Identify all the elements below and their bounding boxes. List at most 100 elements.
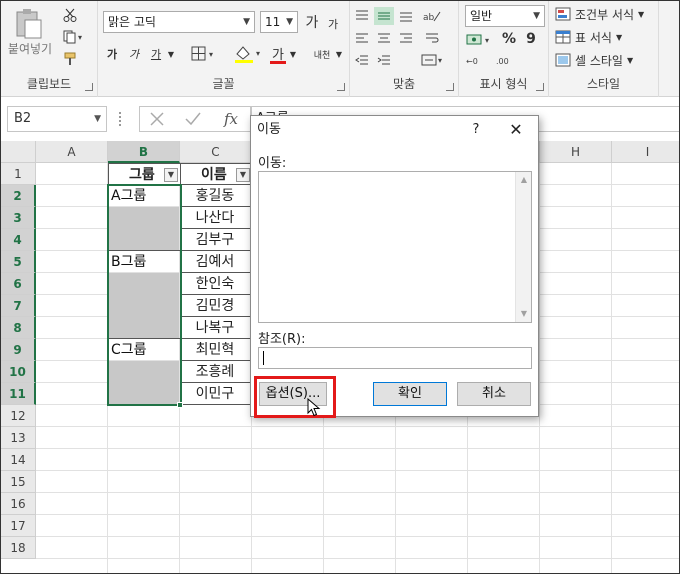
name-cell[interactable]: 홍길동: [180, 185, 251, 207]
decrease-indent-icon[interactable]: [352, 51, 372, 69]
row-header-4[interactable]: 4: [1, 229, 36, 251]
align-middle-icon[interactable]: [374, 7, 394, 25]
paste-label[interactable]: 붙여넣기: [5, 41, 55, 56]
orientation-icon[interactable]: ab: [420, 7, 444, 25]
chevron-down-icon[interactable]: ▼: [288, 45, 298, 63]
number-format-value: 일반: [470, 9, 493, 23]
column-header-i[interactable]: I: [612, 141, 679, 163]
formula-bar-splitter[interactable]: [119, 112, 123, 126]
currency-icon[interactable]: ▾: [465, 29, 495, 49]
name-cell[interactable]: 이민구: [180, 383, 251, 405]
bold-button[interactable]: 가: [104, 45, 120, 63]
comma-button[interactable]: 9: [521, 29, 541, 49]
row-header-2[interactable]: 2: [1, 185, 36, 207]
align-top-icon[interactable]: [352, 7, 372, 25]
row-header-9[interactable]: 9: [1, 339, 36, 361]
listbox-scrollbar[interactable]: ▲ ▼: [515, 172, 531, 322]
header-cell-group[interactable]: 그룹 ▼: [108, 163, 181, 185]
row-header-16[interactable]: 16: [1, 493, 36, 515]
name-cell[interactable]: 최민혁: [180, 339, 251, 361]
font-launcher-icon[interactable]: [337, 83, 345, 91]
font-color-button[interactable]: 가: [268, 43, 288, 63]
scroll-up-icon[interactable]: ▲: [516, 172, 532, 188]
cut-icon[interactable]: [61, 7, 79, 23]
row-header-15[interactable]: 15: [1, 471, 36, 493]
insert-function-button[interactable]: fx: [218, 109, 244, 129]
help-button[interactable]: ?: [466, 116, 486, 144]
row-header-1[interactable]: 1: [1, 163, 36, 185]
reference-input[interactable]: [258, 347, 532, 369]
align-center-icon[interactable]: [374, 29, 394, 47]
row-header-18[interactable]: 18: [1, 537, 36, 559]
ok-button[interactable]: 확인: [373, 382, 447, 406]
column-header-a[interactable]: A: [36, 141, 108, 163]
reference-label: 참조(R):: [258, 332, 306, 347]
shrink-font-button[interactable]: 가: [325, 15, 341, 33]
align-left-icon[interactable]: [352, 29, 372, 47]
name-box[interactable]: B2 ▼: [7, 106, 107, 132]
row-header-17[interactable]: 17: [1, 515, 36, 537]
copy-icon[interactable]: ▾: [59, 29, 89, 45]
increase-indent-icon[interactable]: [374, 51, 394, 69]
percent-button[interactable]: %: [499, 29, 519, 49]
number-launcher-icon[interactable]: [536, 83, 544, 91]
goto-listbox[interactable]: ▲ ▼: [258, 171, 532, 323]
alignment-launcher-icon[interactable]: [446, 83, 454, 91]
paste-icon[interactable]: [7, 7, 49, 41]
fill-handle[interactable]: [177, 402, 183, 408]
chevron-down-icon[interactable]: ▼: [334, 45, 344, 63]
column-header-h[interactable]: H: [540, 141, 612, 163]
row-header-8[interactable]: 8: [1, 317, 36, 339]
cancel-button[interactable]: 취소: [457, 382, 531, 406]
grow-font-button[interactable]: 가: [303, 13, 321, 31]
align-bottom-icon[interactable]: [396, 7, 416, 25]
clipboard-launcher-icon[interactable]: [85, 83, 93, 91]
phonetic-guide-button[interactable]: 내천: [310, 43, 334, 65]
column-header-b[interactable]: B: [108, 141, 180, 163]
row-header-6[interactable]: 6: [1, 273, 36, 295]
cancel-entry-icon[interactable]: [146, 109, 168, 129]
row-header-13[interactable]: 13: [1, 427, 36, 449]
name-cell[interactable]: 김민경: [180, 295, 251, 317]
scroll-down-icon[interactable]: ▼: [516, 306, 532, 322]
filter-dropdown-icon[interactable]: ▼: [236, 168, 250, 182]
row-header-12[interactable]: 12: [1, 405, 36, 427]
name-cell[interactable]: 한인숙: [180, 273, 251, 295]
row-header-10[interactable]: 10: [1, 361, 36, 383]
filter-dropdown-icon[interactable]: ▼: [164, 168, 178, 182]
name-cell[interactable]: 나산다: [180, 207, 251, 229]
select-all-corner[interactable]: [1, 141, 36, 163]
format-as-table-button[interactable]: 표 서식 ▼: [555, 28, 659, 46]
conditional-formatting-button[interactable]: 조건부 서식 ▼: [555, 5, 659, 23]
row-header-11[interactable]: 11: [1, 383, 36, 405]
fill-color-icon[interactable]: ▾: [232, 43, 266, 65]
chevron-down-icon: ▼: [94, 114, 101, 124]
number-group: 일반 ▼ ▾ % 9 ←0 .00 표시 형식: [459, 1, 549, 97]
increase-decimal-icon[interactable]: ←0: [465, 51, 489, 69]
row-header-7[interactable]: 7: [1, 295, 36, 317]
name-cell[interactable]: 나복구: [180, 317, 251, 339]
name-cell[interactable]: 조흥례: [180, 361, 251, 383]
name-cell[interactable]: 김예서: [180, 251, 251, 273]
font-name-select[interactable]: 맑은 고딕 ▼: [103, 11, 255, 33]
align-right-icon[interactable]: [396, 29, 416, 47]
borders-icon[interactable]: ▾: [190, 44, 220, 64]
cell-styles-button[interactable]: 셀 스타일 ▼: [555, 51, 659, 69]
close-icon[interactable]: ✕: [503, 116, 529, 144]
chevron-down-icon[interactable]: ▼: [166, 45, 176, 63]
header-cell-name[interactable]: 이름 ▼: [180, 163, 252, 185]
row-header-5[interactable]: 5: [1, 251, 36, 273]
font-size-select[interactable]: 11 ▼: [260, 11, 298, 33]
row-header-14[interactable]: 14: [1, 449, 36, 471]
name-cell[interactable]: 김부구: [180, 229, 251, 251]
merge-center-icon[interactable]: ▾: [420, 51, 446, 69]
column-header-c[interactable]: C: [180, 141, 252, 163]
format-painter-icon[interactable]: [61, 51, 79, 67]
number-format-select[interactable]: 일반 ▼: [465, 5, 545, 27]
confirm-entry-icon[interactable]: [182, 109, 204, 129]
decrease-decimal-icon[interactable]: .00: [495, 51, 519, 69]
wrap-text-icon[interactable]: [422, 29, 442, 47]
italic-button[interactable]: 가: [126, 45, 142, 63]
underline-button[interactable]: 가: [148, 45, 164, 63]
row-header-3[interactable]: 3: [1, 207, 36, 229]
